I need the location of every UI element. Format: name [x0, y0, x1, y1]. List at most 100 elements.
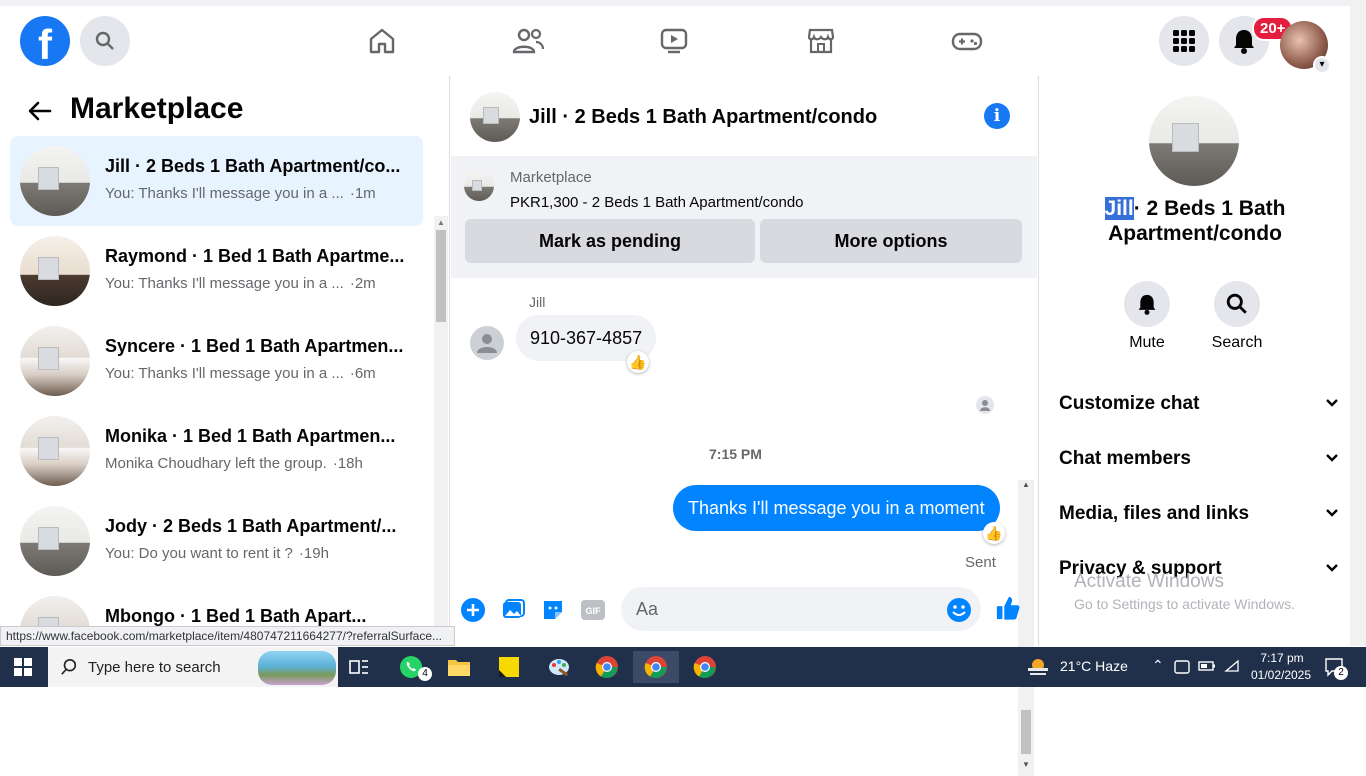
conversation-title: Jill· 2 Beds 1 Bath Apartment/condo — [1039, 196, 1351, 246]
conversation-title-rest: · 2 Beds 1 Bath Apartment/condo — [1108, 197, 1286, 245]
listing-photo[interactable] — [1149, 96, 1239, 186]
gif-icon[interactable]: GIF — [580, 597, 606, 623]
windows-taskbar: Type here to search 4 21°C Haze ⌃ 7:17 p… — [0, 647, 1366, 687]
thumbs-up-reaction-icon[interactable]: 👍 — [983, 522, 1005, 544]
windows-start-icon[interactable] — [4, 651, 42, 683]
facebook-logo[interactable]: f — [20, 16, 70, 66]
meet-now-icon[interactable] — [1174, 659, 1190, 678]
search-icon — [61, 658, 77, 675]
seen-avatar — [976, 396, 994, 414]
search-button[interactable] — [80, 16, 130, 66]
message-thread: Jill 910-367-4857 👍 7:15 PM Thanks I'll … — [451, 278, 1037, 776]
menu-button[interactable] — [1159, 16, 1209, 66]
snippet-text: You: Do you want to rent it ? — [105, 545, 293, 562]
chevron-up-icon[interactable]: ⌃ — [1152, 657, 1164, 674]
task-view-icon[interactable] — [340, 651, 378, 683]
file-explorer-icon[interactable] — [440, 651, 478, 683]
taskbar-search-box[interactable]: Type here to search — [48, 647, 338, 687]
message-composer: GIF Aa — [451, 576, 1037, 646]
back-arrow-icon[interactable] — [28, 98, 52, 129]
chrome-profile-icon[interactable] — [588, 651, 626, 683]
chevron-down-icon[interactable]: ▾ — [1313, 56, 1331, 74]
conversation-time: ·18h — [332, 455, 363, 472]
conversation-details-panel: Jill· 2 Beds 1 Bath Apartment/condo Mute… — [1038, 76, 1350, 646]
friends-nav-button[interactable] — [498, 11, 558, 71]
info-icon[interactable]: i — [984, 103, 1010, 129]
watch-nav-button[interactable] — [644, 11, 704, 71]
search-highlight-image — [258, 651, 336, 685]
snippet-text: You: Thanks I'll message you in a ... — [105, 275, 344, 292]
grid-menu-icon — [1173, 30, 1195, 52]
search-icon — [1226, 293, 1247, 314]
chevron-down-icon — [1325, 450, 1339, 466]
sender-avatar[interactable] — [470, 326, 504, 360]
thumbs-up-reaction-icon[interactable]: 👍 — [627, 351, 649, 373]
mute-button[interactable] — [1124, 281, 1170, 327]
whatsapp-icon[interactable]: 4 — [392, 651, 432, 683]
conversation-title: Monika · 1 Bed 1 Bath Apartmen... — [105, 426, 396, 446]
conversation-snippet: You: Do you want to rent it ? ·19h — [105, 545, 329, 562]
conversation-item[interactable]: Syncere · 1 Bed 1 Bath Apartmen... You: T… — [10, 316, 423, 406]
gaming-nav-button[interactable] — [937, 11, 997, 71]
chat-title[interactable]: Jill · 2 Beds 1 Bath Apartment/condo — [529, 106, 877, 129]
mark-as-pending-button[interactable]: Mark as pending — [465, 219, 755, 263]
mute-label: Mute — [1129, 334, 1165, 351]
battery-icon[interactable] — [1198, 659, 1216, 676]
like-icon[interactable] — [995, 595, 1021, 621]
conversation-list-scrollbar[interactable]: ▲ — [434, 216, 448, 646]
conversation-snippet: You: Thanks I'll message you in a ... ·1m — [105, 185, 376, 202]
sticky-notes-icon[interactable] — [490, 651, 528, 683]
weather-text[interactable]: 21°C Haze — [1060, 658, 1128, 674]
emoji-icon[interactable] — [946, 597, 972, 623]
chrome-active-icon[interactable] — [633, 651, 679, 683]
top-navigation-bar: f 20+ ▾ — [0, 0, 1350, 76]
media-files-links-section[interactable]: Media, files and links — [1059, 503, 1339, 525]
conversation-item[interactable]: Jill · 2 Beds 1 Bath Apartment/co... You:… — [10, 136, 423, 226]
friends-icon — [512, 28, 544, 54]
action-center-icon[interactable]: 2 — [1324, 657, 1348, 680]
conversation-item[interactable]: Raymond · 1 Bed 1 Bath Apartme... You: Th… — [10, 226, 423, 316]
window-scrollbar[interactable] — [1350, 0, 1366, 646]
conversation-thumbnail — [20, 506, 90, 576]
conversation-item[interactable]: Jody · 2 Beds 1 Bath Apartment/... You: D… — [10, 496, 423, 586]
marketplace-nav-button[interactable] — [791, 11, 851, 71]
conversation-title: Mbongo · 1 Bed 1 Bath Apart... — [105, 606, 367, 626]
conversation-snippet: Monika Choudhary left the group. ·18h — [105, 455, 363, 472]
sticker-icon[interactable] — [540, 597, 566, 623]
outgoing-message-bubble[interactable]: Thanks I'll message you in a moment — [673, 485, 1000, 531]
snippet-text: You: Thanks I'll message you in a ... — [105, 365, 344, 382]
time-divider: 7:15 PM — [709, 446, 762, 462]
gamepad-icon — [951, 32, 983, 51]
chat-listing-thumbnail[interactable] — [470, 92, 520, 142]
conversation-time: ·1m — [349, 185, 376, 202]
marketplace-inbox-panel: Marketplace Jill · 2 Beds 1 Bath Apartme… — [0, 76, 450, 646]
conversation-time: ·6m — [349, 365, 376, 382]
chevron-down-icon — [1325, 505, 1339, 521]
clock-date[interactable]: 01/02/2025 — [1248, 668, 1314, 682]
conversation-title: Jill · 2 Beds 1 Bath Apartment/co... — [105, 156, 401, 176]
customize-chat-section[interactable]: Customize chat — [1059, 393, 1339, 415]
conversation-title: Raymond · 1 Bed 1 Bath Apartme... — [105, 246, 405, 266]
search-in-conversation-button[interactable] — [1214, 281, 1260, 327]
whatsapp-badge: 4 — [418, 667, 432, 681]
weather-icon[interactable] — [1026, 655, 1050, 682]
store-icon — [807, 28, 835, 54]
wifi-icon[interactable] — [1224, 659, 1240, 676]
home-nav-button[interactable] — [352, 11, 412, 71]
sender-name: Jill — [529, 294, 546, 310]
clock-time[interactable]: 7:17 pm — [1252, 651, 1312, 665]
add-attachment-icon[interactable] — [460, 597, 486, 623]
conversation-thumbnail — [20, 416, 90, 486]
conversation-thumbnail — [20, 326, 90, 396]
section-label: Media, files and links — [1059, 503, 1250, 524]
more-options-button[interactable]: More options — [760, 219, 1022, 263]
chat-members-section[interactable]: Chat members — [1059, 448, 1339, 470]
conversation-item[interactable]: Monika · 1 Bed 1 Bath Apartmen... Monika … — [10, 406, 423, 496]
listing-thumbnail[interactable] — [464, 171, 494, 201]
chrome-icon[interactable] — [686, 651, 724, 683]
snippet-text: Monika Choudhary left the group. — [105, 455, 327, 472]
photo-icon[interactable] — [500, 597, 526, 623]
listing-price-title[interactable]: PKR1,300 - 2 Beds 1 Bath Apartment/condo — [510, 194, 804, 211]
paint-icon[interactable] — [540, 651, 578, 683]
message-input[interactable]: Aa — [621, 587, 981, 631]
